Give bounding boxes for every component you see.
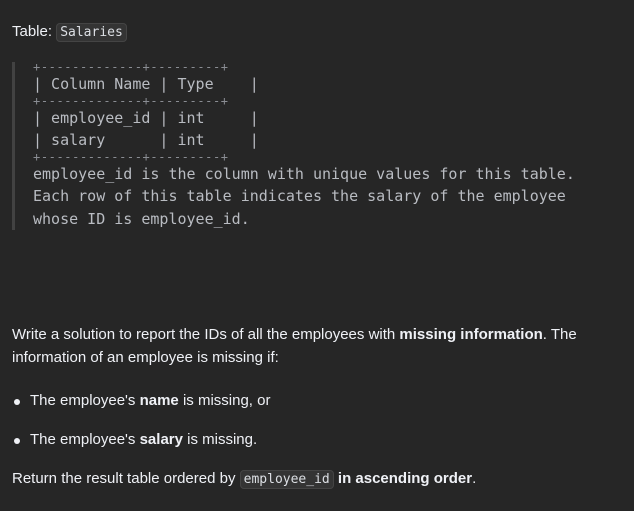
- cond-emphasis: name: [139, 392, 179, 409]
- table-heading: Table: Salaries: [12, 21, 127, 44]
- schema-row: | salary | int |: [33, 131, 259, 149]
- list-item: The employee's salary is missing.: [12, 429, 270, 468]
- schema-note: employee_id is the column with unique va…: [33, 164, 575, 183]
- list-item: The employee's name is missing, or: [12, 390, 270, 429]
- schema-header-row: | Column Name | Type |: [33, 75, 259, 93]
- return-text: .: [472, 470, 477, 487]
- return-text: Return the result table ordered by: [12, 470, 240, 487]
- order-column-code: employee_id: [239, 470, 334, 489]
- conditions-list: The employee's name is missing, or The e…: [12, 390, 270, 468]
- schema-border-mid: +-------------+---------+: [33, 93, 229, 108]
- cond-emphasis: salary: [139, 431, 183, 448]
- cond-text: The employee's: [30, 431, 140, 448]
- schema-border-top: +-------------+---------+: [33, 60, 229, 74]
- schema-note: whose ID is employee_id.: [33, 209, 250, 228]
- cond-text: The employee's: [30, 392, 140, 409]
- schema-border-bottom: +-------------+---------+: [33, 149, 229, 164]
- schema-row: | employee_id | int |: [33, 108, 259, 127]
- schema-note: Each row of this table indicates the sal…: [33, 187, 566, 205]
- return-emphasis: in ascending order: [333, 470, 473, 487]
- table-label: Table:: [12, 23, 53, 40]
- desc-emphasis: missing information: [399, 326, 543, 343]
- table-name-code: Salaries: [56, 23, 127, 42]
- return-instruction: Return the result table ordered by emplo…: [12, 468, 476, 491]
- task-description: Write a solution to report the IDs of al…: [12, 323, 622, 369]
- schema-pre: +-------------+---------+ | Column Name |…: [33, 60, 612, 230]
- cond-text: is missing, or: [178, 392, 271, 409]
- desc-text: Write a solution to report the IDs of al…: [12, 326, 400, 343]
- schema-code-block: +-------------+---------+ | Column Name |…: [12, 60, 612, 230]
- cond-text: is missing.: [182, 431, 258, 448]
